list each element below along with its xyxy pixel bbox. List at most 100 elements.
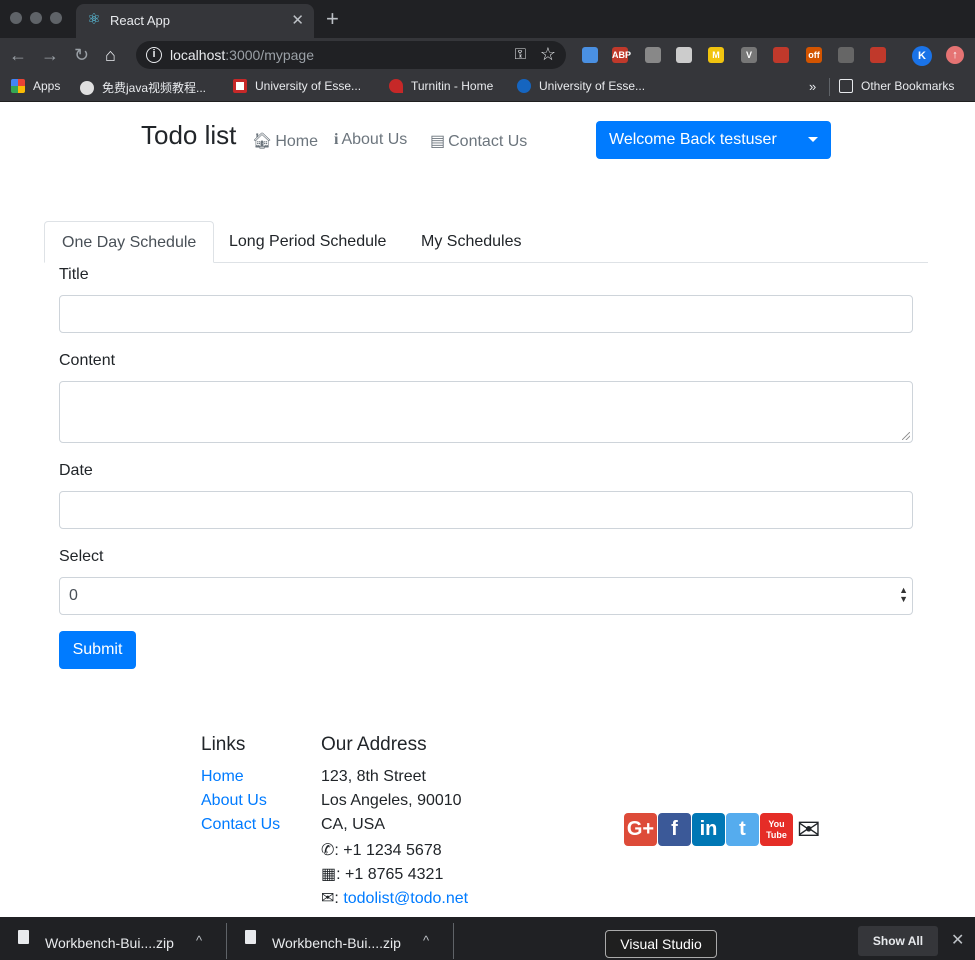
- mail-extension-icon[interactable]: [582, 47, 598, 63]
- page-brand[interactable]: Todo list: [141, 120, 236, 151]
- m-extension-icon[interactable]: M: [708, 47, 724, 63]
- download-item[interactable]: Workbench-Bui....zip ^: [0, 917, 226, 960]
- other-bookmarks[interactable]: Other Bookmarks: [839, 79, 954, 93]
- title-label: Title: [59, 266, 89, 283]
- close-icon[interactable]: ✕: [951, 930, 964, 950]
- bookmark-divider: [829, 78, 830, 96]
- camera-icon[interactable]: [645, 47, 661, 63]
- title-input[interactable]: [59, 295, 913, 333]
- tab-title: React App: [110, 13, 170, 28]
- new-tab-button[interactable]: +: [326, 6, 339, 32]
- bookmark-favicon-icon: [80, 81, 94, 95]
- reload-icon[interactable]: ↻: [74, 45, 89, 65]
- adblock-icon[interactable]: ABP: [612, 47, 631, 63]
- window-zoom-dot[interactable]: [50, 12, 62, 24]
- submit-button[interactable]: Submit: [59, 631, 136, 669]
- linkedin-icon[interactable]: in: [692, 813, 725, 846]
- envelope-icon: ✉: [321, 890, 335, 907]
- select-value: 0: [69, 587, 78, 604]
- phone-icon: ✆: [321, 842, 335, 859]
- nav-link-contact[interactable]: ▤ Contact Us: [430, 131, 527, 151]
- welcome-label: Welcome Back testuser: [609, 131, 777, 148]
- address-line: Los Angeles, 90010: [321, 792, 462, 809]
- address-line: 123, 8th Street: [321, 768, 426, 785]
- phone-line: ✆: +1 1234 5678: [321, 842, 442, 859]
- key-icon[interactable]: ⚿: [515, 46, 526, 63]
- fax-line: ▦: +1 8765 4321: [321, 866, 444, 883]
- bookmarks-overflow[interactable]: »: [809, 79, 816, 94]
- forward-icon[interactable]: →: [41, 45, 59, 65]
- file-icon: [18, 930, 29, 944]
- v-extension-icon[interactable]: V: [741, 47, 757, 63]
- tab-one-day-schedule[interactable]: One Day Schedule: [44, 221, 215, 263]
- envelope-outline-icon[interactable]: ✉: [797, 814, 820, 846]
- window-close-dot[interactable]: [10, 12, 22, 24]
- turnitin-logo-icon: [389, 79, 403, 93]
- tab-long-period-schedule[interactable]: Long Period Schedule: [212, 221, 403, 263]
- home-icon: 🏠︎: [252, 133, 273, 150]
- essex-logo-icon: [233, 79, 247, 93]
- show-all-button[interactable]: Show All: [858, 926, 938, 956]
- update-icon[interactable]: ↑: [946, 46, 964, 64]
- tool-extension-icon[interactable]: [838, 47, 854, 63]
- footer-link-home[interactable]: Home: [201, 768, 244, 786]
- window-minimize-dot[interactable]: [30, 12, 42, 24]
- react-icon: ⚛: [87, 11, 101, 28]
- select-arrows-icon: ▲ ▼: [899, 585, 908, 604]
- bookmark-java[interactable]: 免费java视频教程...: [80, 79, 206, 96]
- google-plus-icon[interactable]: G+: [624, 813, 657, 846]
- download-divider: [453, 923, 454, 959]
- resize-handle[interactable]: [902, 432, 910, 440]
- home-icon[interactable]: ⌂: [105, 45, 116, 65]
- content-textarea[interactable]: [59, 381, 913, 443]
- email-link[interactable]: todolist@todo.net: [343, 890, 468, 907]
- email-line: ✉: todolist@todo.net: [321, 890, 469, 907]
- star-icon[interactable]: ☆: [540, 44, 556, 65]
- address-bar[interactable]: i localhost:3000/mypage ⚿ ☆: [136, 41, 566, 69]
- chevron-up-icon[interactable]: ^: [196, 933, 202, 948]
- address-card-icon: ▤: [430, 133, 446, 150]
- nav-link-about[interactable]: i About Us: [334, 131, 407, 149]
- facebook-icon[interactable]: f: [658, 813, 691, 846]
- footer-link-contact[interactable]: Contact Us: [201, 816, 280, 834]
- download-filename: Workbench-Bui....zip: [45, 935, 174, 951]
- select-label: Select: [59, 548, 104, 565]
- downloads-bar: Workbench-Bui....zip ^ Workbench-Bui....…: [0, 917, 975, 960]
- date-input[interactable]: [59, 491, 913, 529]
- info-icon[interactable]: i: [146, 47, 162, 63]
- download-item[interactable]: Workbench-Bui....zip ^: [227, 917, 453, 960]
- profile-avatar[interactable]: K: [912, 46, 932, 66]
- browser-tab[interactable]: ⚛ React App ✕: [76, 4, 314, 38]
- info-icon: i: [334, 131, 339, 148]
- back-icon[interactable]: ←: [9, 45, 27, 65]
- user-dropdown-button[interactable]: Welcome Back testuser: [596, 121, 831, 159]
- tab-my-schedules[interactable]: My Schedules: [404, 221, 539, 263]
- youtube-icon[interactable]: You Tube: [760, 813, 793, 846]
- pen-icon[interactable]: [676, 47, 692, 63]
- browser-tab-bar: ⚛ React App ✕ +: [0, 0, 975, 38]
- date-label: Date: [59, 462, 93, 479]
- browser-toolbar: ← → ↻ ⌂ i localhost:3000/mypage ⚿ ☆ ABP M…: [0, 38, 975, 72]
- url-text: localhost:3000/mypage: [170, 47, 314, 63]
- off-extension-icon[interactable]: off: [806, 47, 822, 63]
- caret-down-icon: [808, 137, 818, 142]
- bookmark-turnitin[interactable]: Turnitin - Home: [389, 79, 493, 93]
- tooltip: Visual Studio: [605, 930, 717, 958]
- apps-grid-icon: [11, 79, 25, 93]
- bookmark-apps[interactable]: Apps: [11, 79, 60, 93]
- pdf-icon[interactable]: [773, 47, 789, 63]
- bookmark-essex-1[interactable]: University of Esse...: [233, 79, 361, 93]
- schedule-select[interactable]: 0 ▲ ▼: [59, 577, 913, 615]
- chevron-up-icon[interactable]: ^: [423, 933, 429, 948]
- download-filename: Workbench-Bui....zip: [272, 935, 401, 951]
- close-icon[interactable]: ✕: [291, 11, 304, 29]
- record-extension-icon[interactable]: [870, 47, 886, 63]
- footer-links-heading: Links: [201, 734, 246, 755]
- footer-address-heading: Our Address: [321, 734, 427, 755]
- bookmark-essex-2[interactable]: University of Esse...: [517, 79, 645, 93]
- essex-globe-icon: [517, 79, 531, 93]
- twitter-icon[interactable]: t: [726, 813, 759, 846]
- nav-link-home[interactable]: 🏠︎ Home: [252, 131, 318, 151]
- footer-link-about[interactable]: About Us: [201, 792, 267, 810]
- fax-icon: ▦: [321, 866, 337, 883]
